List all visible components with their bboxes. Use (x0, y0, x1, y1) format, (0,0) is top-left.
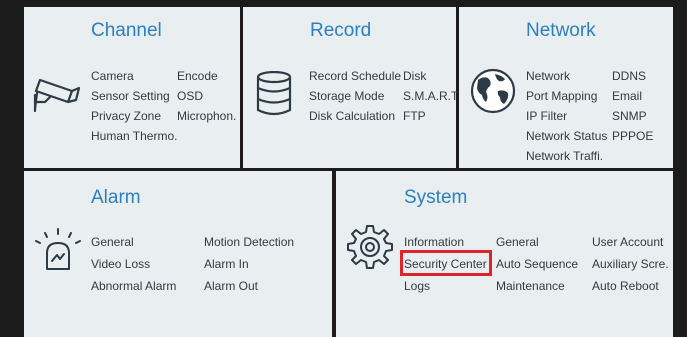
menu-item-alarm-in[interactable]: Alarm In (204, 257, 249, 271)
menu-item-human-thermo[interactable]: Human Thermo. (91, 129, 177, 143)
menu-item-network-status[interactable]: Network Status (526, 129, 607, 143)
menu-item-encode[interactable]: Encode (177, 69, 218, 83)
channel-panel: Channel Camera Encode Sensor Setting OSD… (24, 7, 240, 168)
menu-item-disk-calculation[interactable]: Disk Calculation (309, 109, 395, 123)
system-panel: System Information General User Account … (336, 171, 673, 337)
menu-item-information[interactable]: Information (404, 235, 464, 249)
menu-item-auto-sequence[interactable]: Auto Sequence (496, 257, 578, 271)
menu-item-sensor-setting[interactable]: Sensor Setting (91, 89, 170, 103)
menu-item-smart[interactable]: S.M.A.R.T (403, 89, 458, 103)
alarm-panel: Alarm General Motion Detection Video Los… (24, 171, 332, 337)
menu-item-camera[interactable]: Camera (91, 69, 134, 83)
gear-icon (347, 225, 393, 269)
alarm-title[interactable]: Alarm (91, 187, 141, 209)
menu-item-email[interactable]: Email (612, 89, 642, 103)
menu-item-ddns[interactable]: DDNS (612, 69, 646, 83)
settings-menu-grid: Channel Camera Encode Sensor Setting OSD… (0, 0, 687, 337)
menu-item-port-mapping[interactable]: Port Mapping (526, 89, 597, 103)
menu-item-alarm-general[interactable]: General (91, 235, 134, 249)
record-title[interactable]: Record (310, 20, 371, 42)
channel-title[interactable]: Channel (91, 20, 162, 42)
menu-item-system-general[interactable]: General (496, 235, 539, 249)
menu-item-logs[interactable]: Logs (404, 279, 430, 293)
menu-item-user-account[interactable]: User Account (592, 235, 663, 249)
menu-item-auxiliary-screen[interactable]: Auxiliary Scre. (592, 257, 669, 271)
menu-item-disk[interactable]: Disk (403, 69, 426, 83)
network-panel: Network Network DDNS Port Mapping Email … (459, 7, 673, 168)
menu-item-network[interactable]: Network (526, 69, 570, 83)
menu-item-security-center[interactable]: Security Center (404, 257, 487, 271)
camera-icon (33, 78, 81, 113)
menu-item-record-schedule[interactable]: Record Schedule (309, 69, 401, 83)
menu-item-auto-reboot[interactable]: Auto Reboot (592, 279, 659, 293)
network-title[interactable]: Network (526, 20, 596, 42)
menu-item-network-traffic[interactable]: Network Traffi. (526, 149, 603, 163)
menu-item-osd[interactable]: OSD (177, 89, 203, 103)
menu-item-privacy-zone[interactable]: Privacy Zone (91, 109, 161, 123)
menu-item-storage-mode[interactable]: Storage Mode (309, 89, 384, 103)
menu-item-abnormal-alarm[interactable]: Abnormal Alarm (91, 279, 176, 293)
menu-item-ip-filter[interactable]: IP Filter (526, 109, 567, 123)
globe-icon (470, 68, 516, 114)
menu-item-maintenance[interactable]: Maintenance (496, 279, 565, 293)
menu-item-motion-detection[interactable]: Motion Detection (204, 235, 294, 249)
menu-item-pppoe[interactable]: PPPOE (612, 129, 653, 143)
menu-item-ftp[interactable]: FTP (403, 109, 426, 123)
menu-item-alarm-out[interactable]: Alarm Out (204, 279, 258, 293)
alarm-siren-icon (35, 228, 81, 270)
menu-item-snmp[interactable]: SNMP (612, 109, 647, 123)
menu-item-video-loss[interactable]: Video Loss (91, 257, 150, 271)
record-panel: Record Record Schedule Disk Storage Mode… (243, 7, 458, 168)
database-icon (256, 71, 292, 116)
system-title[interactable]: System (404, 187, 467, 209)
menu-item-microphone[interactable]: Microphon. (177, 109, 236, 123)
